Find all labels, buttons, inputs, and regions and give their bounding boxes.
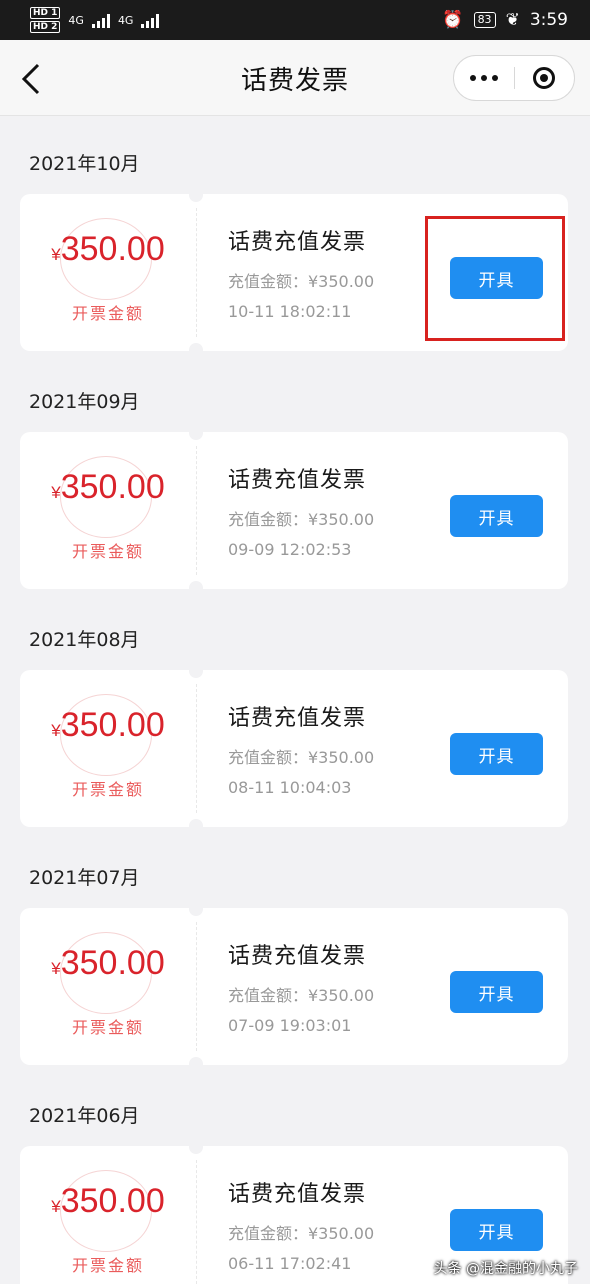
card-notch-bottom <box>189 819 203 827</box>
issue-invoice-button[interactable]: 开具 <box>450 1209 543 1251</box>
watermark: 头条 @混金融的小丸子 <box>433 1261 578 1277</box>
status-bar-left: HD 1 HD 2 4G 4G <box>30 7 160 33</box>
invoice-title: 话费充值发票 <box>228 706 367 731</box>
month-group: 2021年08月 ¥350.00 开票金额 话费充值发票 充值金额：¥350.0… <box>0 592 590 830</box>
amount-label: 开票金额 <box>71 780 144 799</box>
invoice-info: 话费充值发票 充值金额：¥350.00 07-09 19:03:01 <box>228 938 374 1035</box>
network2-label: 4G <box>117 13 134 27</box>
amount-value: 350.00 <box>60 230 165 268</box>
month-group: 2021年06月 ¥350.00 开票金额 话费充值发票 充值金额：¥350.0… <box>0 1068 590 1284</box>
amount-stub: ¥350.00 开票金额 <box>20 432 196 589</box>
amount-stub: ¥350.00 开票金额 <box>20 194 196 351</box>
clock-time: 3:59 <box>529 10 568 30</box>
recharge-amount: 充值金额：¥350.00 <box>228 986 375 1005</box>
recharge-datetime: 07-09 19:03:01 <box>228 1016 352 1035</box>
amount-value: 350.00 <box>60 468 165 506</box>
card-divider <box>196 684 197 813</box>
card-divider <box>196 1160 197 1284</box>
currency-symbol: ¥ <box>51 721 61 740</box>
miniprogram-capsule <box>453 55 575 101</box>
card-notch-bottom <box>189 343 203 351</box>
currency-symbol: ¥ <box>51 1197 61 1216</box>
month-group: 2021年09月 ¥350.00 开票金额 话费充值发票 充值金额：¥350.0… <box>0 354 590 592</box>
currency-symbol: ¥ <box>51 245 61 264</box>
sim2-label: HD 2 <box>30 21 61 33</box>
amount-stub: ¥350.00 开票金额 <box>20 908 196 1065</box>
issue-invoice-button[interactable]: 开具 <box>450 733 543 775</box>
invoice-title: 话费充值发票 <box>228 1182 367 1207</box>
currency-symbol: ¥ <box>51 483 61 502</box>
month-heading: 2021年10月 <box>29 153 140 175</box>
amount-value: 350.00 <box>60 944 165 982</box>
amount-value: 350.00 <box>60 1182 165 1220</box>
month-heading: 2021年09月 <box>29 391 140 413</box>
navigation-bar: 话费发票 <box>0 40 590 116</box>
invoice-list: 2021年10月 ¥350.00 开票金额 话费充值发票 充值金额：¥350.0… <box>0 116 590 1284</box>
invoice-info: 话费充值发票 充值金额：¥350.00 08-11 10:04:03 <box>228 700 374 797</box>
leaf-icon: ❦ <box>505 10 520 30</box>
amount-stub: ¥350.00 开票金额 <box>20 670 196 827</box>
invoice-card: ¥350.00 开票金额 话费充值发票 充值金额：¥350.00 08-11 1… <box>20 670 568 827</box>
amount-label: 开票金额 <box>71 1018 144 1037</box>
month-heading: 2021年08月 <box>29 629 140 651</box>
invoice-amount: ¥350.00 <box>20 468 196 507</box>
sim-indicators: HD 1 HD 2 <box>30 7 61 33</box>
currency-symbol: ¥ <box>51 959 61 978</box>
amount-label: 开票金额 <box>71 304 144 323</box>
invoice-title: 话费充值发票 <box>228 230 367 255</box>
invoice-title: 话费充值发票 <box>228 468 367 493</box>
issue-invoice-button[interactable]: 开具 <box>450 971 543 1013</box>
card-notch-top <box>189 432 203 440</box>
signal-icon <box>91 12 110 28</box>
amount-value: 350.00 <box>60 706 165 744</box>
battery-icon: 83 <box>473 12 496 28</box>
invoice-amount: ¥350.00 <box>20 706 196 745</box>
more-dots-icon[interactable] <box>454 56 514 100</box>
card-notch-top <box>189 1146 203 1154</box>
invoice-amount: ¥350.00 <box>20 944 196 983</box>
invoice-info: 话费充值发票 充值金额：¥350.00 09-09 12:02:53 <box>228 462 374 559</box>
recharge-datetime: 10-11 18:02:11 <box>228 302 352 321</box>
card-divider <box>196 446 197 575</box>
amount-stub: ¥350.00 开票金额 <box>20 1146 196 1284</box>
month-group: 2021年10月 ¥350.00 开票金额 话费充值发票 充值金额：¥350.0… <box>0 116 590 354</box>
highlight-box <box>425 216 565 341</box>
recharge-amount: 充值金额：¥350.00 <box>228 1224 375 1243</box>
card-notch-top <box>189 670 203 678</box>
invoice-info: 话费充值发票 充值金额：¥350.00 06-11 17:02:41 <box>228 1176 374 1273</box>
recharge-datetime: 09-09 12:02:53 <box>228 540 352 559</box>
invoice-amount: ¥350.00 <box>20 230 196 269</box>
card-notch-top <box>189 908 203 916</box>
invoice-card: ¥350.00 开票金额 话费充值发票 充值金额：¥350.00 10-11 1… <box>20 194 568 351</box>
card-notch-bottom <box>189 1057 203 1065</box>
signal-icon-2 <box>141 12 160 28</box>
invoice-title: 话费充值发票 <box>228 944 367 969</box>
card-notch-top <box>189 194 203 202</box>
invoice-card: ¥350.00 开票金额 话费充值发票 充值金额：¥350.00 09-09 1… <box>20 432 568 589</box>
status-bar: HD 1 HD 2 4G 4G ⏰ 83 ❦ 3:59 <box>0 0 590 40</box>
target-circle-icon[interactable] <box>514 56 574 100</box>
network1-label: 4G <box>68 13 84 27</box>
month-heading: 2021年07月 <box>29 867 140 889</box>
invoice-amount: ¥350.00 <box>20 1182 196 1221</box>
card-divider <box>196 208 197 337</box>
card-divider <box>196 922 197 1051</box>
recharge-datetime: 06-11 17:02:41 <box>228 1254 352 1273</box>
status-bar-right: ⏰ 83 ❦ 3:59 <box>442 10 568 30</box>
month-heading: 2021年06月 <box>29 1105 140 1127</box>
amount-label: 开票金额 <box>71 1256 144 1275</box>
issue-invoice-button[interactable]: 开具 <box>450 495 543 537</box>
alarm-icon: ⏰ <box>442 10 464 30</box>
card-notch-bottom <box>189 581 203 589</box>
amount-label: 开票金额 <box>71 542 144 561</box>
recharge-datetime: 08-11 10:04:03 <box>228 778 352 797</box>
recharge-amount: 充值金额：¥350.00 <box>228 510 375 529</box>
invoice-info: 话费充值发票 充值金额：¥350.00 10-11 18:02:11 <box>228 224 374 321</box>
invoice-card: ¥350.00 开票金额 话费充值发票 充值金额：¥350.00 07-09 1… <box>20 908 568 1065</box>
recharge-amount: 充值金额：¥350.00 <box>228 272 375 291</box>
sim1-label: HD 1 <box>30 7 61 19</box>
month-group: 2021年07月 ¥350.00 开票金额 话费充值发票 充值金额：¥350.0… <box>0 830 590 1068</box>
recharge-amount: 充值金额：¥350.00 <box>228 748 375 767</box>
